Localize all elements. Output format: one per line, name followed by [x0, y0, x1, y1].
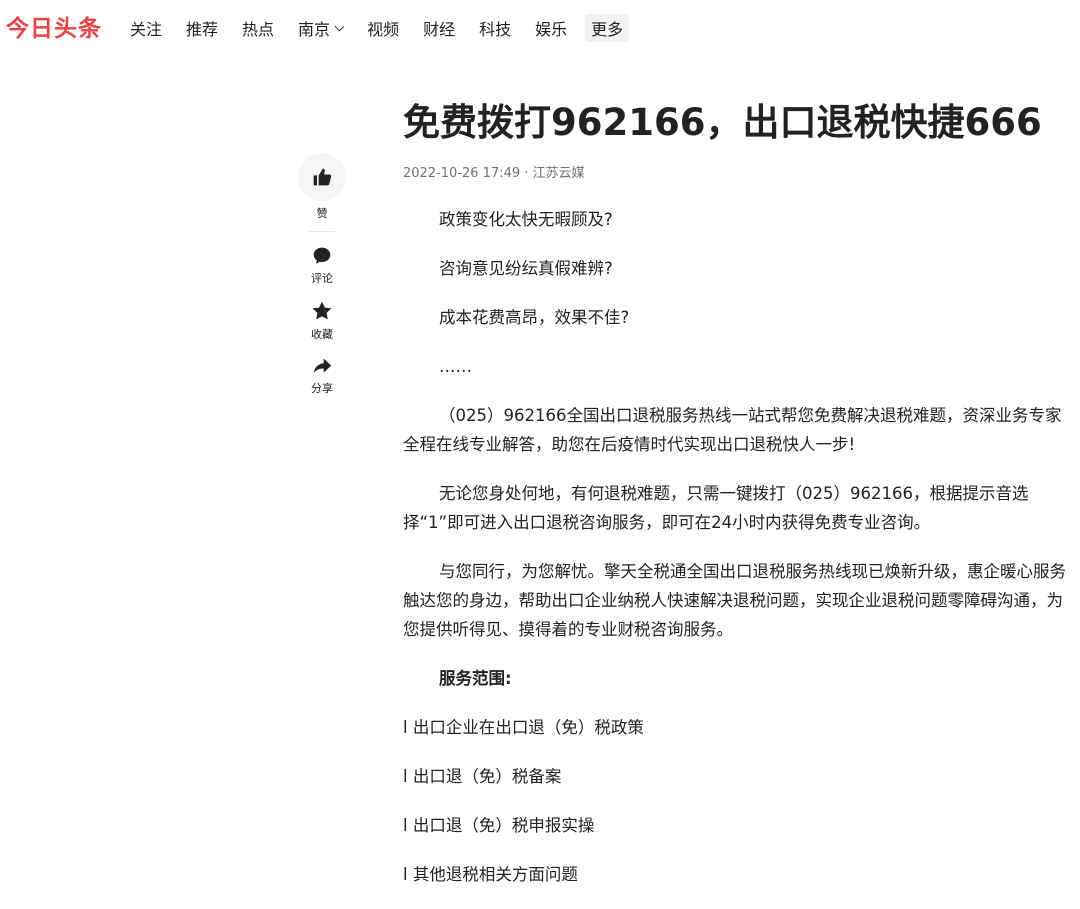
- nav-item-city[interactable]: 南京: [298, 16, 345, 40]
- share-button[interactable]: 分享: [311, 356, 333, 396]
- chevron-down-icon: [334, 21, 345, 31]
- article-meta: 2022-10-26 17:49 · 江苏云媒: [403, 166, 585, 181]
- comment-button[interactable]: 评论: [311, 246, 333, 286]
- article-body: 政策变化太快无暇顾及? 咨询意见纷纭真假难辨? 成本花费高昂，效果不佳? …… …: [403, 205, 1068, 889]
- nav-item-entertainment[interactable]: 娱乐: [535, 16, 567, 40]
- nav-item-recommend[interactable]: 推荐: [186, 16, 218, 40]
- paragraph: （025）962166全国出口退税服务热线一站式帮您免费解决退税难题，资深业务专…: [403, 406, 1062, 454]
- nav-label: 更多: [591, 20, 624, 39]
- nav-more-button[interactable]: 更多: [585, 14, 630, 42]
- paragraph: ……: [439, 357, 472, 376]
- article: 免费拨打962166，出口退税快捷666 2022-10-26 17:49 · …: [403, 96, 1068, 909]
- rail-divider: [309, 231, 335, 232]
- service-list-item: l 出口企业在出口退（免）税政策: [403, 718, 644, 737]
- nav-label: 热点: [242, 20, 275, 39]
- nav-label: 关注: [130, 20, 163, 39]
- service-list-item: l 其他退税相关方面问题: [403, 865, 578, 884]
- star-icon: [312, 301, 332, 320]
- paragraph: 与您同行，为您解忧。擎天全税通全国出口退税服务热线现已焕新升级，惠企暖心服务触达…: [403, 562, 1066, 639]
- like-button[interactable]: [298, 153, 346, 201]
- share-arrow-icon: [313, 358, 332, 374]
- favorite-label: 收藏: [311, 328, 333, 341]
- nav-item-video[interactable]: 视频: [367, 16, 399, 40]
- nav-label: 推荐: [186, 20, 219, 39]
- paragraph: 无论您身处何地，有何退税难题，只需一键拨打（025）962166，根据提示音选择…: [403, 484, 1029, 532]
- comment-icon: [313, 247, 331, 264]
- like-label: 赞: [316, 207, 328, 220]
- nav-item-hot[interactable]: 热点: [242, 16, 274, 40]
- nav-label: 南京: [298, 20, 331, 39]
- service-list-item: l 出口退（免）税备案: [403, 767, 562, 786]
- paragraph: 成本花费高昂，效果不佳?: [439, 308, 630, 327]
- nav-item-tech[interactable]: 科技: [479, 16, 511, 40]
- nav-item-finance[interactable]: 财经: [423, 16, 455, 40]
- nav-label: 娱乐: [535, 20, 568, 39]
- paragraph: 政策变化太快无暇顾及?: [439, 210, 613, 229]
- nav-label: 视频: [367, 20, 400, 39]
- favorite-button[interactable]: 收藏: [311, 300, 333, 342]
- site-logo[interactable]: 今日头条: [6, 9, 102, 43]
- nav-item-follow[interactable]: 关注: [130, 16, 162, 40]
- article-title: 免费拨打962166，出口退税快捷666: [403, 101, 1042, 144]
- service-scope-heading: 服务范围:: [439, 669, 512, 688]
- service-list-item: l 出口退（免）税申报实操: [403, 816, 595, 835]
- top-nav-bar: 今日头条 关注 推荐 热点 南京 视频 财经 科技 娱乐 更多: [0, 0, 1080, 52]
- comment-label: 评论: [311, 272, 333, 285]
- article-action-rail: 赞 评论 收藏 分享: [298, 153, 346, 410]
- channel-nav: 关注 推荐 热点 南京 视频 财经 科技 娱乐 更多: [130, 14, 653, 42]
- share-label: 分享: [311, 382, 333, 395]
- paragraph: 咨询意见纷纭真假难辨?: [439, 259, 613, 278]
- nav-label: 科技: [479, 20, 512, 39]
- nav-label: 财经: [423, 20, 456, 39]
- thumbs-up-icon: [313, 168, 332, 186]
